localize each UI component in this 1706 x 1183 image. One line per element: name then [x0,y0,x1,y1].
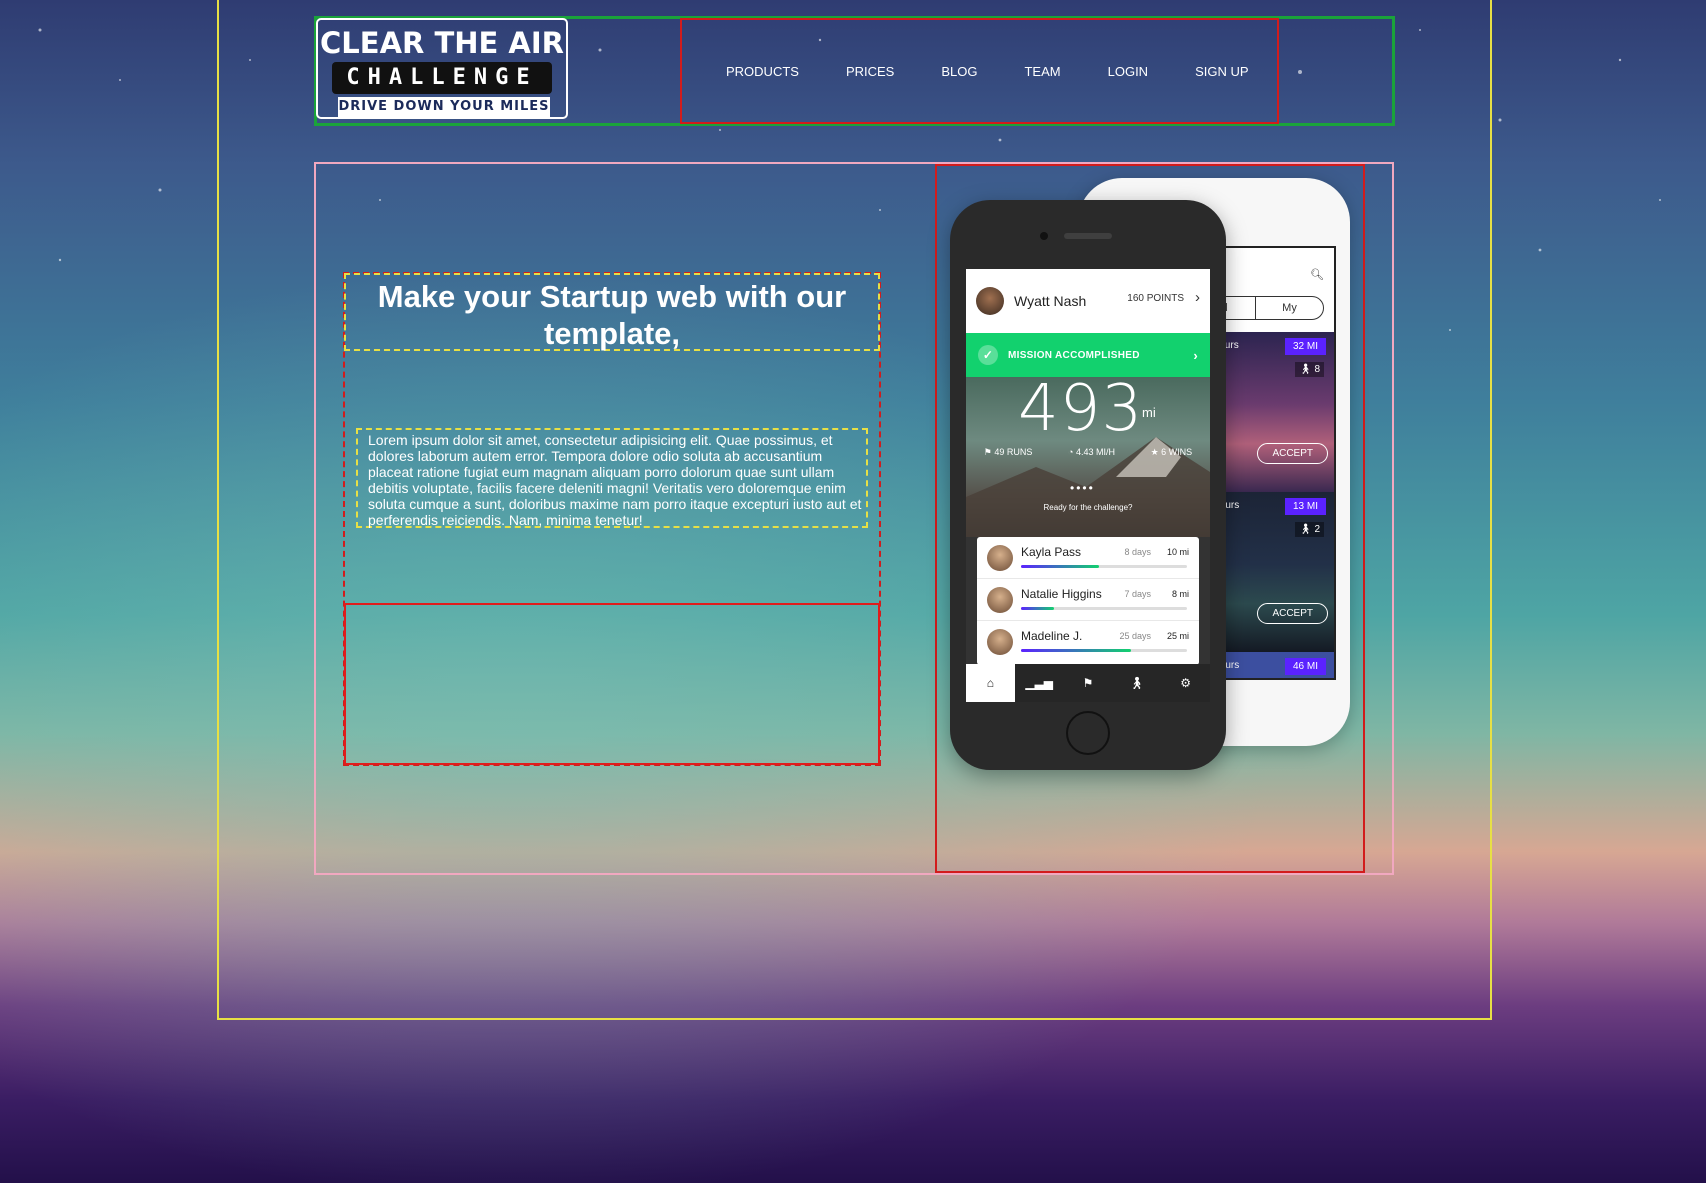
runs-stat: ⚑ 49 RUNS [984,447,1033,458]
list-item[interactable]: Kayla Pass 8 days 10 mi [977,537,1199,579]
phone-tab-bar: ⌂ ▁▃▅ ⚑ 🚶︎ ⚙ [966,664,1210,702]
nav-menu: PRODUCTS PRICES BLOG TEAM LOGIN SIGN UP [680,18,1279,124]
list-item-days: 8 days [1124,547,1151,557]
phone-back-tab-2[interactable]: My [1255,297,1323,319]
speedometer-icon: ◔ [1068,447,1074,457]
phone-speaker [1064,233,1112,239]
person-icon[interactable]: 🚶︎ [1112,664,1161,702]
list-item-miles: 8 mi [1171,589,1189,599]
card-miles-badge: 32 MI [1284,338,1326,355]
avatar [976,287,1004,315]
progress-bar [1021,607,1187,610]
wins-stat: ★ 6 WINS [1151,447,1193,458]
logo-subtitle: CHALLENGE [332,62,552,94]
speed-stat: ◔ 4.43 MI/H [1068,447,1115,458]
search-icon: 🔍︎ [1310,269,1324,281]
profile-header[interactable]: Wyatt Nash 160 POINTS › [966,269,1210,333]
card-miles-badge: 13 MI [1284,498,1326,515]
trophy-icon: ★ [1150,447,1159,457]
stats-icon[interactable]: ▁▃▅ [1015,664,1064,702]
home-icon[interactable]: ⌂ [966,664,1015,702]
wins-value: 6 WINS [1161,447,1193,457]
avatar [987,545,1013,571]
stats-row: ⚑ 49 RUNS ◔ 4.43 MI/H ★ 6 WINS [966,447,1210,458]
progress-bar [1021,649,1187,652]
card-participant-count: 8 [1314,364,1320,375]
list-item[interactable]: Natalie Higgins 7 days 8 mi [977,579,1199,621]
phone-front-screen: Wyatt Nash 160 POINTS › ✓ MISSION ACCOMP… [966,269,1210,702]
profile-points: 160 POINTS [1127,293,1184,304]
list-item-name: Madeline J. [1021,629,1083,643]
list-item-miles: 10 mi [1166,547,1189,557]
mission-banner[interactable]: ✓ MISSION ACCOMPLISHED › [966,333,1210,377]
cta-placeholder [344,603,880,765]
ready-text: Ready for the challenge? [1043,503,1133,512]
flag-icon: ⚑ [983,447,992,457]
progress-fill [1021,607,1055,610]
paragraph-container: Lorem ipsum dolor sit amet, consectetur … [356,428,868,528]
nav-link-blog[interactable]: BLOG [941,64,977,79]
runs-value: 49 RUNS [994,447,1033,457]
stats-hero: 493 mi ⚑ 49 RUNS ◔ 4.43 MI/H ★ 6 WINS ••… [966,377,1210,537]
logo[interactable]: CLEAR THE AIR CHALLENGE DRIVE DOWN YOUR … [316,18,568,119]
progress-bar [1021,565,1187,568]
logo-title: CLEAR THE AIR [320,26,564,60]
speed-value: 4.43 MI/H [1075,447,1115,457]
card-participants: 🚶︎ 8 [1294,362,1324,377]
chevron-right-icon: › [1193,347,1198,363]
nav-link-prices[interactable]: PRICES [846,64,894,79]
avatar [987,629,1013,655]
page-dots: •••• [1070,481,1095,495]
list-item[interactable]: Madeline J. 25 days 25 mi [977,621,1199,663]
hero-paragraph: Lorem ipsum dolor sit amet, consectetur … [368,432,862,528]
total-miles: 493 [1018,372,1144,446]
progress-fill [1021,565,1100,568]
card-miles-badge: 46 MI [1284,658,1326,675]
total-miles-unit: mi [1142,405,1156,420]
nav-link-login[interactable]: LOGIN [1108,64,1148,79]
mission-text: MISSION ACCOMPLISHED [1008,349,1140,361]
list-item-name: Natalie Higgins [1021,587,1102,601]
chevron-right-icon: › [1195,289,1200,306]
accept-button[interactable]: ACCEPT [1257,443,1328,464]
flag-icon[interactable]: ⚑ [1064,664,1113,702]
hero-headline: Make your Startup web with our template, [377,279,847,351]
avatar [987,587,1013,613]
card-participants: 🚶︎ 2 [1294,522,1324,537]
progress-fill [1021,649,1131,652]
nav-links: PRODUCTS PRICES BLOG TEAM LOGIN SIGN UP [682,20,1277,122]
card-participant-count: 2 [1314,524,1320,535]
gear-icon[interactable]: ⚙ [1161,664,1210,702]
profile-name: Wyatt Nash [1014,293,1087,309]
phone-camera [1040,232,1048,240]
nav-link-products[interactable]: PRODUCTS [726,64,799,79]
nav-link-signup[interactable]: SIGN UP [1195,64,1248,79]
leaderboard-list: Kayla Pass 8 days 10 mi Natalie Higgins … [977,537,1199,665]
list-item-days: 7 days [1124,589,1151,599]
nav-link-team[interactable]: TEAM [1024,64,1060,79]
logo-tagline: DRIVE DOWN YOUR MILES [338,97,550,117]
list-item-days: 25 days [1119,631,1151,641]
headline-container: Make your Startup web with our template, [344,273,880,351]
list-item-miles: 25 mi [1166,631,1189,641]
list-item-name: Kayla Pass [1021,545,1082,559]
accept-button[interactable]: ACCEPT [1257,603,1328,624]
check-icon: ✓ [978,345,998,365]
phone-home-button [1066,711,1110,755]
